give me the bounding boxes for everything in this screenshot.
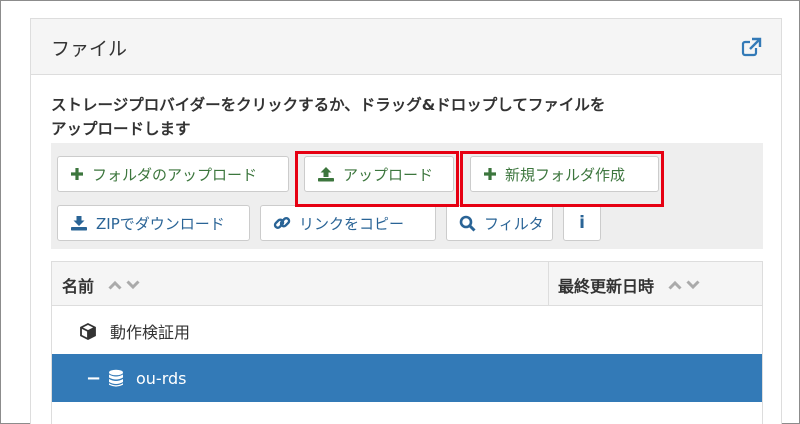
instructions-line-2: アップロードします	[51, 120, 191, 138]
instructions-line-1: ストレージプロバイダーをクリックするか、ドラッグ&ドロップしてファイルを	[51, 96, 606, 114]
new-folder-label: 新規フォルダ作成	[505, 165, 626, 184]
plus-icon	[483, 167, 497, 181]
upload-folder-button[interactable]: フォルダのアップロード	[57, 156, 289, 192]
zip-download-label: ZIPでダウンロード	[96, 214, 225, 233]
modified-column-label: 最終更新日時	[558, 277, 655, 296]
plus-icon	[70, 167, 84, 181]
new-folder-button[interactable]: 新規フォルダ作成	[470, 156, 659, 192]
upload-instructions: ストレージプロバイダーをクリックするか、ドラッグ&ドロップしてファイルを アップ…	[51, 93, 761, 141]
sort-desc-icon[interactable]	[686, 280, 700, 290]
copy-link-button[interactable]: リンクをコピー	[260, 205, 436, 241]
name-column-header[interactable]: 名前	[62, 273, 140, 297]
copy-link-label: リンクをコピー	[299, 214, 405, 233]
info-icon: i	[579, 213, 585, 233]
sort-controls[interactable]	[668, 280, 700, 290]
collapse-toggle-icon[interactable]: −	[86, 368, 108, 389]
upload-folder-label: フォルダのアップロード	[92, 165, 258, 184]
panel-heading: ファイル	[31, 19, 781, 75]
name-column-label: 名前	[62, 277, 95, 296]
link-icon	[273, 214, 291, 232]
search-icon	[459, 215, 476, 232]
files-panel: ファイル ストレージプロバイダーをクリックするか、ドラッグ&ドロップしてファイル…	[30, 18, 782, 424]
row-name[interactable]: 動作検証用	[110, 319, 190, 343]
file-toolbar: フォルダのアップロード アップロード 新規フォルダ作成 ZIPでダウンロード リ…	[51, 143, 763, 249]
zip-download-button[interactable]: ZIPでダウンロード	[57, 205, 250, 241]
row-name[interactable]: ou-rds	[136, 369, 187, 388]
modified-column-header[interactable]: 最終更新日時	[558, 273, 700, 297]
info-button[interactable]: i	[563, 205, 601, 241]
sort-asc-icon[interactable]	[108, 280, 122, 290]
column-divider	[548, 262, 549, 306]
table-row-selected[interactable]: − ou-rds	[52, 354, 762, 402]
upload-icon	[317, 166, 335, 182]
upload-button[interactable]: アップロード	[304, 156, 454, 192]
external-link-icon[interactable]	[741, 36, 763, 58]
download-icon	[70, 215, 88, 231]
sort-controls[interactable]	[108, 280, 140, 290]
file-table: 名前 最終更新日時 動作検証用 − ou-rds	[51, 261, 763, 424]
filter-button[interactable]: フィルタ	[446, 205, 553, 241]
sort-desc-icon[interactable]	[126, 280, 140, 290]
table-row[interactable]: 動作検証用	[52, 307, 762, 355]
sort-asc-icon[interactable]	[668, 280, 682, 290]
cube-icon	[80, 322, 110, 340]
table-header: 名前 最終更新日時	[52, 262, 762, 306]
filter-label: フィルタ	[484, 214, 544, 233]
upload-label: アップロード	[343, 165, 434, 184]
database-icon	[108, 369, 136, 388]
panel-title: ファイル	[51, 38, 128, 60]
